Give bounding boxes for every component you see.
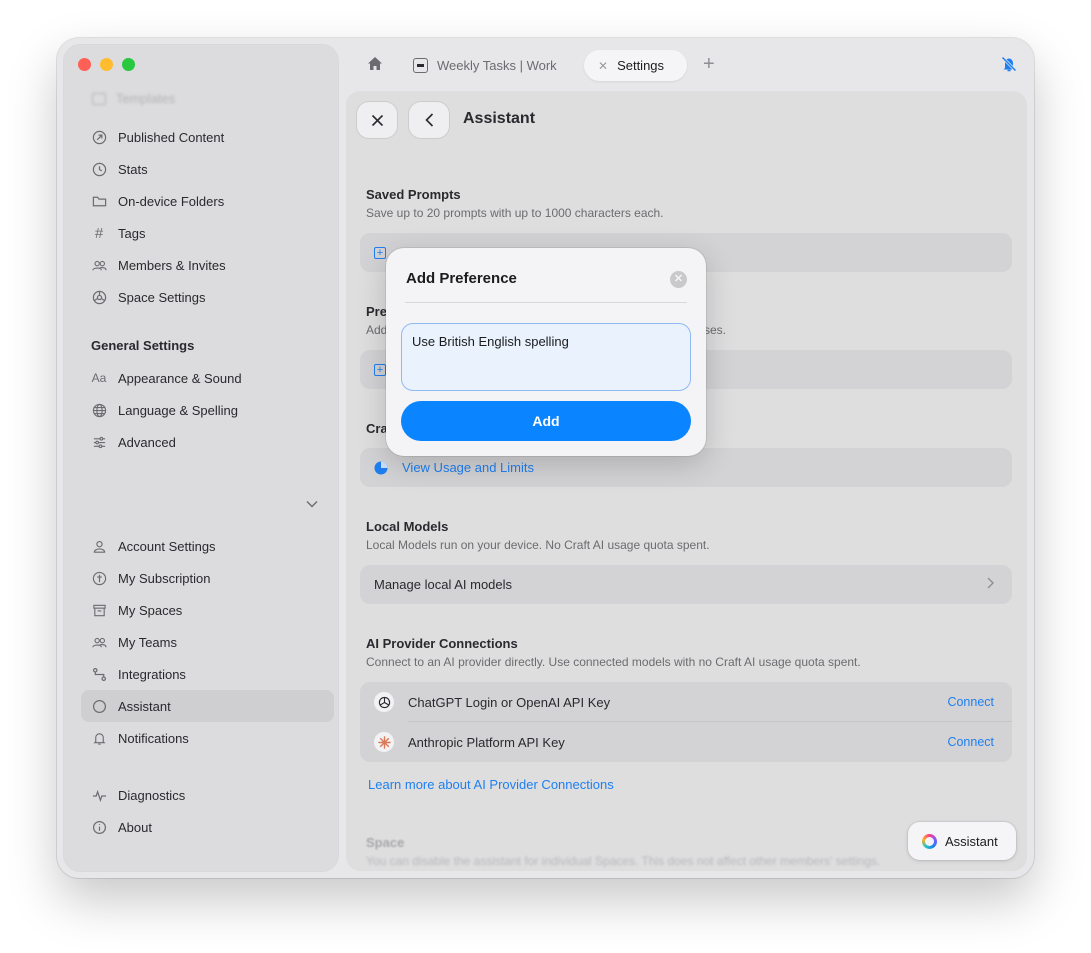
sliders-icon	[91, 434, 107, 450]
close-window-button[interactable]	[78, 58, 91, 71]
people-icon	[91, 634, 107, 650]
sidebar-item-my-subscription[interactable]: My Subscription	[81, 562, 334, 594]
sidebar-item-diagnostics[interactable]: Diagnostics	[81, 779, 334, 811]
document-icon	[413, 58, 428, 73]
sidebar-item-space-settings[interactable]: Space Settings	[81, 281, 334, 313]
close-button[interactable]	[357, 102, 397, 138]
sidebar-item-account-settings[interactable]: Account Settings	[81, 530, 334, 562]
clock-icon	[91, 161, 107, 177]
learn-more-link[interactable]: Learn more about AI Provider Connections	[368, 777, 614, 792]
local-models-subtitle: Local Models run on your device. No Craf…	[366, 538, 710, 552]
settings-panel: Assistant Saved Prompts Save up to 20 pr…	[346, 91, 1027, 871]
assistant-button[interactable]: Assistant	[908, 822, 1016, 860]
globe-icon	[91, 402, 107, 418]
new-tab-button[interactable]: +	[703, 54, 715, 74]
tab-settings[interactable]: ✕ Settings	[584, 50, 687, 81]
chevron-right-icon	[987, 577, 994, 592]
openai-logo-icon	[374, 692, 394, 712]
add-square-icon: +	[374, 363, 386, 376]
folder-icon	[91, 193, 107, 209]
chevron-down-icon[interactable]	[306, 496, 318, 511]
provider-row-openai: ChatGPT Login or OpenAI API Key Connect	[360, 682, 1012, 722]
add-preference-modal: Add Preference ✕ Use British English spe…	[386, 248, 706, 456]
ai-providers-subtitle: Connect to an AI provider directly. Use …	[366, 655, 861, 669]
connect-anthropic-button[interactable]: Connect	[947, 735, 994, 749]
assistant-ring-icon	[922, 833, 937, 849]
sidebar-item-stats[interactable]: Stats	[81, 153, 334, 185]
home-icon[interactable]	[367, 56, 383, 74]
chevron-left-icon	[424, 113, 433, 127]
sidebar-item-assistant[interactable]: Assistant	[81, 690, 334, 722]
pie-chart-icon	[374, 461, 388, 474]
space-section-title: Space	[366, 835, 405, 850]
divider	[405, 302, 687, 303]
provider-row-anthropic: Anthropic Platform API Key Connect	[360, 722, 1012, 762]
bell-icon	[91, 730, 107, 746]
sidebar-item-about[interactable]: About	[81, 811, 334, 843]
sidebar-item-members-invites[interactable]: Members & Invites	[81, 249, 334, 281]
connect-openai-button[interactable]: Connect	[947, 695, 994, 709]
sidebar-item-advanced[interactable]: Advanced	[81, 426, 334, 458]
manage-local-models-row[interactable]: Manage local AI models	[360, 565, 1012, 604]
preferences-subtitle-start: Add	[366, 323, 388, 337]
tab-weekly-tasks[interactable]: Weekly Tasks | Work	[399, 50, 571, 81]
publish-icon	[91, 129, 107, 145]
sidebar-item-tags[interactable]: # Tags	[81, 217, 334, 249]
window-controls	[78, 58, 135, 71]
saved-prompts-title: Saved Prompts	[366, 187, 461, 202]
pulse-icon	[91, 787, 107, 803]
sidebar-item-on-device-folders[interactable]: On-device Folders	[81, 185, 334, 217]
hash-icon: #	[94, 224, 104, 242]
tab-bar: Weekly Tasks | Work ✕ Settings +	[347, 47, 1034, 83]
person-icon	[91, 538, 107, 554]
people-icon	[91, 257, 107, 273]
ai-providers-list: ChatGPT Login or OpenAI API Key Connect …	[360, 682, 1012, 762]
modal-title: Add Preference	[406, 270, 517, 287]
info-icon	[91, 819, 107, 835]
gear-icon	[91, 289, 107, 305]
minimize-window-button[interactable]	[100, 58, 113, 71]
archive-icon	[91, 602, 107, 618]
add-square-icon: +	[374, 246, 386, 259]
sidebar-item-integrations[interactable]: Integrations	[81, 658, 334, 690]
preferences-subtitle-end: ses.	[704, 323, 727, 337]
notifications-muted-icon[interactable]	[1000, 55, 1018, 76]
integrations-icon	[91, 666, 107, 682]
sidebar-item-my-teams[interactable]: My Teams	[81, 626, 334, 658]
preferences-title: Pre	[366, 304, 387, 319]
space-section-subtitle: You can disable the assistant for indivi…	[366, 854, 881, 868]
add-button[interactable]: Add	[401, 401, 691, 441]
close-icon	[371, 114, 383, 126]
sidebar-item-language-spelling[interactable]: Language & Spelling	[81, 394, 334, 426]
zoom-window-button[interactable]	[122, 58, 135, 71]
sidebar-item-appearance-sound[interactable]: Aa Appearance & Sound	[81, 362, 334, 394]
anthropic-logo-icon	[374, 732, 394, 752]
saved-prompts-subtitle: Save up to 20 prompts with up to 1000 ch…	[366, 206, 664, 220]
craft-ai-title: Cra	[366, 421, 388, 436]
circle-icon	[91, 698, 107, 714]
subscription-icon	[91, 570, 107, 586]
sidebar-item-notifications[interactable]: Notifications	[81, 722, 334, 754]
close-modal-icon[interactable]: ✕	[670, 271, 687, 288]
preference-input[interactable]: Use British English spelling	[401, 323, 691, 391]
close-tab-icon[interactable]: ✕	[598, 59, 608, 73]
general-settings-heading: General Settings	[91, 338, 195, 353]
sidebar-item-templates[interactable]: Templates	[92, 91, 175, 106]
page-title: Assistant	[463, 110, 536, 127]
sidebar-item-published-content[interactable]: Published Content	[81, 121, 334, 153]
sidebar-item-my-spaces[interactable]: My Spaces	[81, 594, 334, 626]
text-aa-icon: Aa	[91, 371, 107, 385]
ai-providers-title: AI Provider Connections	[366, 636, 518, 651]
local-models-title: Local Models	[366, 519, 449, 534]
sidebar: Templates Published Content Stats On-dev…	[64, 45, 338, 871]
template-icon	[92, 92, 106, 105]
app-window: Templates Published Content Stats On-dev…	[57, 38, 1034, 878]
back-button[interactable]	[409, 102, 449, 138]
